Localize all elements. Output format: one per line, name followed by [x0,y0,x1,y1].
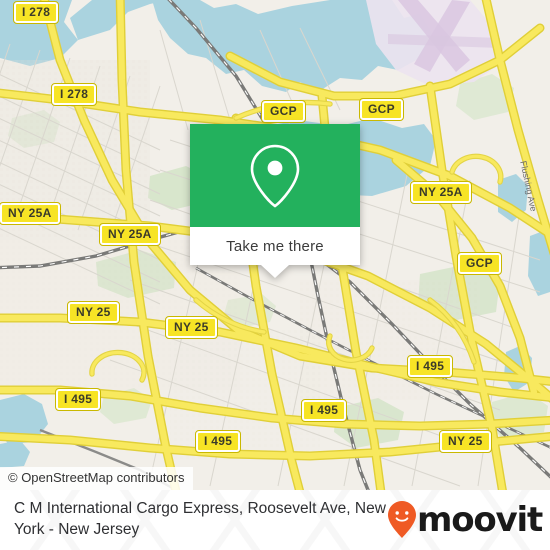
road-shield: NY 25A [99,223,161,246]
road-shield: I 278 [12,1,60,24]
road-shield: NY 25 [165,316,218,339]
road-shield: I 495 [300,399,348,422]
road-shield: I 495 [194,430,242,453]
road-shield: NY 25 [439,430,492,453]
popup-image-area [190,124,360,227]
moovit-map-page: I 278 I 278 GCP GCP NY 25A NY 25A NY 25A GCP NY … [0,0,550,550]
popup-pointer [261,265,289,278]
footer-bar: C M International Cargo Express, Rooseve… [0,490,550,550]
road-shield: GCP [359,98,404,121]
osm-attribution[interactable]: © OpenStreetMap contributors [0,467,193,490]
location-popup[interactable]: Take me there [190,124,360,278]
take-me-there-label: Take me there [226,237,324,255]
road-shield: NY 25A [0,202,61,225]
map-canvas[interactable]: I 278 I 278 GCP GCP NY 25A NY 25A NY 25A GCP NY … [0,0,550,490]
road-shield: NY 25 [67,301,120,324]
road-shield: I 495 [406,355,454,378]
road-shield: GCP [457,252,502,275]
moovit-smiley-pin-icon [387,501,416,538]
popup-cta-area[interactable]: Take me there [190,227,360,265]
moovit-logo[interactable]: moovit [387,500,543,540]
road-shield: NY 25A [410,181,472,204]
road-shield: I 495 [54,388,102,411]
moovit-wordmark: moovit [416,500,543,540]
map-pin-icon [250,144,300,208]
road-shield: GCP [261,100,306,123]
place-title: C M International Cargo Express, Rooseve… [14,500,386,538]
road-shield: I 278 [50,83,98,106]
